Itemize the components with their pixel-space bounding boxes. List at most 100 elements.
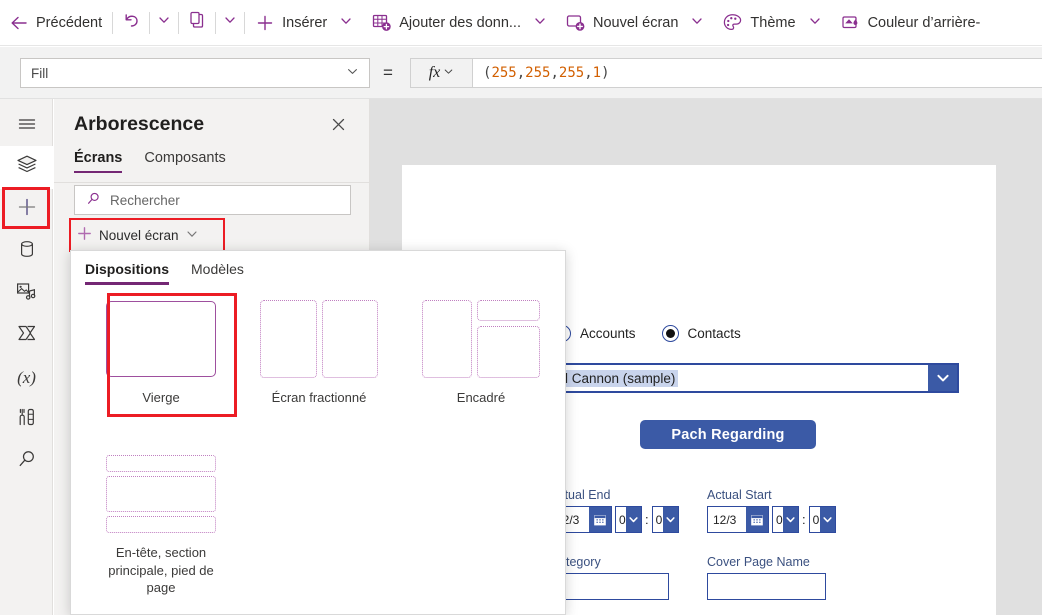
rail-item-variables[interactable]: (x) xyxy=(0,356,53,399)
hour-spinner-actual-end[interactable]: 0 xyxy=(615,506,642,533)
rail-item-insert[interactable] xyxy=(0,188,53,231)
theme-label: Thème xyxy=(750,14,796,31)
radio-accounts[interactable]: Accounts xyxy=(554,325,636,342)
formula-input[interactable]: (255, 255, 255, 1) xyxy=(472,58,1042,88)
chevron-down-icon xyxy=(339,14,353,32)
paste-chevron-button[interactable] xyxy=(217,0,243,45)
formula-token: , xyxy=(516,65,526,81)
contact-combobox[interactable]: Paul Cannon (sample) xyxy=(532,363,959,393)
tab-screens[interactable]: Écrans xyxy=(74,150,123,173)
input-category[interactable] xyxy=(550,573,669,600)
label-actual-start: Actual Start xyxy=(707,488,772,502)
chevron-down-icon xyxy=(690,14,704,32)
property-select-value: Fill xyxy=(31,65,49,81)
chevron-down-icon[interactable] xyxy=(626,507,641,532)
new-screen-menu-button[interactable]: Nouvel écran xyxy=(76,222,219,248)
fx-button[interactable]: fx xyxy=(410,58,472,88)
rail-item-data[interactable] xyxy=(0,230,53,273)
search-input[interactable]: Rechercher xyxy=(74,185,351,215)
chevron-down-icon xyxy=(533,14,547,32)
tab-components[interactable]: Composants xyxy=(144,150,225,173)
new-screen-icon xyxy=(565,12,586,33)
tab-templates[interactable]: Modèles xyxy=(191,261,244,285)
chevron-down-icon xyxy=(223,13,237,32)
rail-item-media[interactable] xyxy=(0,272,53,315)
search-icon xyxy=(86,191,101,209)
back-button[interactable]: Précédent xyxy=(0,0,111,45)
plus-icon xyxy=(255,13,275,33)
layout-sidebar-label: Encadré xyxy=(456,390,506,405)
theme-button[interactable]: Thème xyxy=(713,0,830,45)
powerapps-studio: Précédent Insérer Ajouter des donn... No… xyxy=(0,0,1042,615)
label-cover-page-name: Cover Page Name xyxy=(707,555,810,569)
layout-option-sidebar[interactable]: Encadré xyxy=(413,299,549,407)
chevron-down-icon[interactable] xyxy=(662,507,678,532)
calendar-icon[interactable] xyxy=(589,507,611,532)
chevron-down-icon[interactable] xyxy=(783,507,798,532)
hsf-thumb-icon xyxy=(102,454,220,534)
plus-icon xyxy=(15,195,39,224)
property-select[interactable]: Fill xyxy=(20,58,370,88)
left-rail: (x) xyxy=(0,99,53,615)
layout-split-screen-label: Écran fractionné xyxy=(271,390,367,405)
pach-regarding-button[interactable]: Pach Regarding xyxy=(640,420,816,449)
new-screen-label: Nouvel écran xyxy=(592,14,679,31)
frame-thumb-icon xyxy=(422,299,540,379)
layout-option-blank[interactable]: Vierge xyxy=(93,299,229,407)
add-data-button[interactable]: Ajouter des donn... xyxy=(362,0,556,45)
layout-option-header-main-footer[interactable]: En-tête, section principale, pied de pag… xyxy=(93,454,229,597)
new-screen-button[interactable]: Nouvel écran xyxy=(556,0,713,45)
add-data-label: Ajouter des donn... xyxy=(399,14,521,31)
chevron-down-icon xyxy=(346,65,359,81)
rail-item-search[interactable] xyxy=(0,440,53,483)
calendar-icon[interactable] xyxy=(746,507,768,532)
search-placeholder: Rechercher xyxy=(110,192,180,208)
undo-button[interactable] xyxy=(114,0,148,45)
hour-value: 0 xyxy=(776,512,783,527)
minute-spinner-actual-start[interactable]: 0 xyxy=(808,506,836,533)
formula-token: , xyxy=(584,65,593,81)
rail-item-power-automate[interactable] xyxy=(0,314,53,357)
panel-title: Arborescence xyxy=(74,113,205,135)
radio-contacts[interactable]: Contacts xyxy=(661,325,741,342)
clipboard-icon xyxy=(187,10,208,36)
tree-panel-tabs: Écrans Composants xyxy=(74,150,226,173)
formula-token: ) xyxy=(601,65,610,81)
rail-item-tools[interactable] xyxy=(0,398,53,441)
insert-label: Insérer xyxy=(282,14,328,31)
paste-button[interactable] xyxy=(180,0,214,45)
power-automate-icon xyxy=(15,321,39,350)
separator xyxy=(112,11,114,34)
radio-accounts-label: Accounts xyxy=(580,326,636,341)
blank-thumb-icon xyxy=(102,299,220,379)
background-color-button[interactable]: Couleur d’arrière- xyxy=(831,0,990,45)
fill-color-icon xyxy=(840,12,861,33)
rail-item-tree-view[interactable] xyxy=(0,146,53,189)
entity-radio-group: Accounts Contacts xyxy=(554,325,741,342)
plus-icon xyxy=(76,225,93,245)
chevron-down-icon[interactable] xyxy=(928,365,957,391)
divider xyxy=(54,182,370,183)
close-icon[interactable] xyxy=(327,113,349,135)
layout-header-main-footer-label: En-tête, section principale, pied de pag… xyxy=(108,545,214,596)
layout-option-split-screen[interactable]: Écran fractionné xyxy=(251,299,387,407)
undo-icon xyxy=(121,10,142,36)
date-input-actual-start[interactable]: 12/3 xyxy=(707,506,769,533)
insert-button[interactable]: Insérer xyxy=(246,0,362,45)
input-cover-page-name[interactable] xyxy=(707,573,826,600)
tab-layouts[interactable]: Dispositions xyxy=(85,261,170,285)
formula-token: ( xyxy=(483,65,492,81)
back-label: Précédent xyxy=(36,14,103,31)
time-colon: : xyxy=(802,512,806,527)
date-value: 12/3 xyxy=(713,512,737,527)
chevron-down-icon[interactable] xyxy=(819,507,835,532)
command-bar: Précédent Insérer Ajouter des donn... No… xyxy=(0,0,1042,46)
minute-spinner-actual-end[interactable]: 0 xyxy=(651,506,679,533)
hour-value: 0 xyxy=(619,512,626,527)
rail-item-menu[interactable] xyxy=(0,105,53,148)
undo-chevron-button[interactable] xyxy=(151,0,177,45)
hour-spinner-actual-start[interactable]: 0 xyxy=(772,506,799,533)
variables-icon: (x) xyxy=(17,367,36,387)
equals-sign: = xyxy=(383,63,393,82)
fx-label: fx xyxy=(428,64,441,81)
